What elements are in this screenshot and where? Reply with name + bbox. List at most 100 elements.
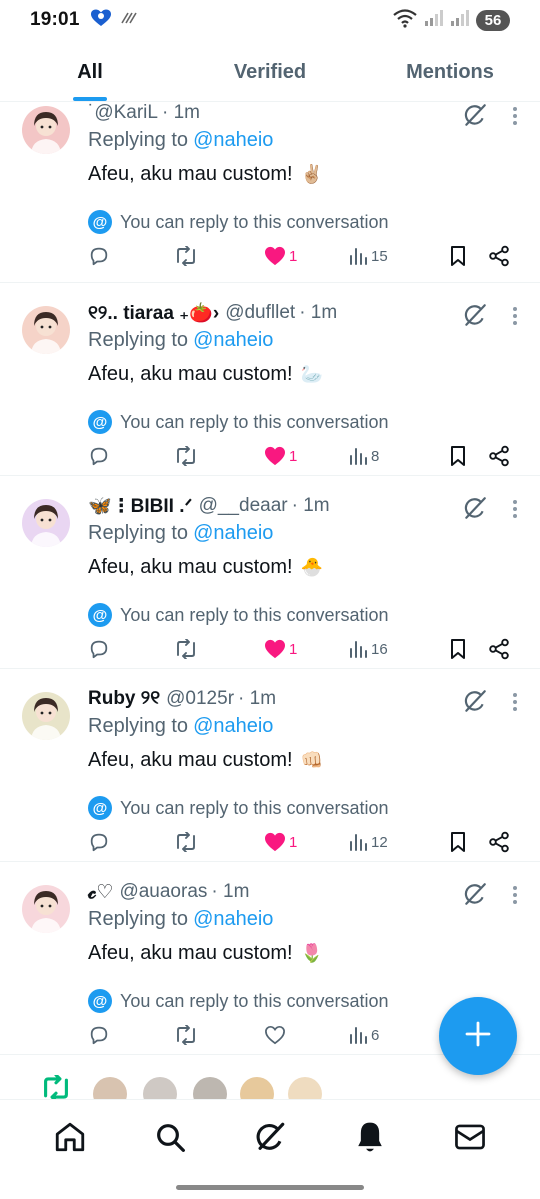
more-options-icon[interactable] — [512, 499, 518, 524]
bookmark-button[interactable] — [448, 245, 488, 267]
nav-messages[interactable] — [440, 1110, 500, 1170]
mention-link[interactable]: @naheio — [193, 715, 273, 738]
reply-notification[interactable]: 🦋⋮BIBII .ᐟ @__deaar · 1m Replying to @na… — [0, 476, 540, 669]
display-name[interactable]: Ruby ୨୧ — [88, 688, 160, 710]
bookmark-button[interactable] — [448, 445, 488, 467]
retweet-button[interactable] — [174, 246, 264, 266]
grok-icon[interactable] — [462, 302, 488, 333]
retweet-icon — [174, 832, 198, 852]
avatar[interactable] — [22, 692, 70, 740]
notifications-feed[interactable]: ˙@KariL · 1m Replying to @naheio Afeu, a… — [0, 103, 540, 1098]
heart-icon — [264, 639, 286, 659]
more-options-icon[interactable] — [512, 306, 518, 331]
bookmark-button[interactable] — [448, 831, 488, 853]
nav-home[interactable] — [40, 1110, 100, 1170]
avatar[interactable] — [22, 885, 70, 933]
retweet-button[interactable] — [174, 832, 264, 852]
avatar[interactable] — [22, 306, 70, 354]
reply-icon — [88, 831, 110, 853]
avatar[interactable] — [240, 1077, 274, 1100]
grok-icon[interactable] — [462, 881, 488, 912]
reply-button[interactable] — [88, 1024, 174, 1046]
display-name[interactable]: 𝓬♡ — [88, 881, 113, 904]
avatar[interactable] — [288, 1077, 322, 1100]
bookmark-icon — [448, 638, 468, 660]
views-button[interactable]: 16 — [348, 639, 448, 659]
user-handle[interactable]: @dufllet — [225, 302, 295, 324]
like-count: 1 — [289, 247, 298, 265]
views-button[interactable]: 8 — [348, 446, 448, 466]
conversation-note: @ You can reply to this conversation — [88, 408, 520, 436]
more-options-icon[interactable] — [512, 106, 518, 131]
views-icon — [348, 446, 368, 466]
grok-icon[interactable] — [462, 688, 488, 719]
reply-notification[interactable]: Ruby ୨୧ @0125r · 1m Replying to @naheio … — [0, 669, 540, 862]
reply-button[interactable] — [88, 445, 174, 467]
reply-button[interactable] — [88, 831, 174, 853]
grok-icon[interactable] — [462, 103, 488, 133]
view-count: 15 — [371, 247, 388, 265]
avatar-face-icon — [31, 112, 61, 154]
avatar[interactable] — [143, 1077, 177, 1100]
post-text: Afeu, aku mau custom! 🌷 — [88, 941, 323, 964]
mention-link[interactable]: @naheio — [193, 329, 273, 352]
nav-search[interactable] — [140, 1110, 200, 1170]
reply-notification[interactable]: ˙@KariL · 1m Replying to @naheio Afeu, a… — [0, 103, 540, 283]
share-button[interactable] — [488, 445, 518, 467]
replying-to: Replying to @naheio — [88, 128, 274, 152]
mention-link[interactable]: @naheio — [193, 129, 273, 152]
reply-button[interactable] — [88, 638, 174, 660]
tab-all[interactable]: All — [0, 44, 180, 101]
avatar[interactable] — [93, 1077, 127, 1100]
avatar[interactable] — [22, 499, 70, 547]
user-handle[interactable]: @auaoras — [119, 881, 207, 903]
user-handle[interactable]: @0125r — [166, 688, 234, 710]
compose-button[interactable] — [439, 997, 517, 1075]
emoji: 🦢 — [300, 363, 323, 384]
more-options-icon[interactable] — [512, 885, 518, 910]
like-button[interactable]: 1 — [264, 246, 348, 266]
views-button[interactable]: 12 — [348, 832, 448, 852]
share-button[interactable] — [488, 638, 518, 660]
views-button[interactable]: 15 — [348, 246, 448, 266]
display-name[interactable]: ୧୨.. tiaraa ₊🍅› — [88, 301, 219, 325]
avatar[interactable] — [22, 106, 70, 154]
user-handle[interactable]: ˙@KariL — [88, 103, 158, 124]
share-icon — [488, 831, 510, 853]
grok-icon[interactable] — [462, 495, 488, 526]
bookmark-button[interactable] — [448, 638, 488, 660]
heart-icon — [264, 246, 286, 266]
mention-link[interactable]: @naheio — [193, 522, 273, 545]
views-button[interactable]: 6 — [348, 1025, 448, 1045]
conversation-note: @ You can reply to this conversation — [88, 208, 520, 236]
nav-notifications[interactable] — [340, 1110, 400, 1170]
wifi-icon — [392, 8, 418, 33]
display-name[interactable]: 🦋⋮BIBII .ᐟ — [88, 494, 193, 518]
like-button[interactable] — [264, 1025, 348, 1045]
retweet-button[interactable] — [174, 446, 264, 466]
retweet-button[interactable] — [174, 639, 264, 659]
reply-button[interactable] — [88, 245, 174, 267]
nav-grok[interactable] — [240, 1110, 300, 1170]
more-options-icon[interactable] — [512, 692, 518, 717]
like-count: 1 — [289, 833, 298, 851]
emoji: 🌷 — [300, 942, 323, 963]
reply-notification[interactable]: ୧୨.. tiaraa ₊🍅› @dufllet · 1m Replying t… — [0, 283, 540, 476]
view-count: 8 — [371, 447, 380, 465]
post-actions: 1 16 — [88, 634, 522, 664]
tab-verified[interactable]: Verified — [180, 44, 360, 101]
signal-icon-2 — [450, 9, 470, 32]
post-actions: 1 12 — [88, 827, 522, 857]
share-icon — [488, 245, 510, 267]
share-button[interactable] — [488, 245, 518, 267]
like-button[interactable]: 1 — [264, 446, 348, 466]
like-button[interactable]: 1 — [264, 639, 348, 659]
mention-link[interactable]: @naheio — [193, 908, 273, 931]
like-button[interactable]: 1 — [264, 832, 348, 852]
retweet-button[interactable] — [174, 1025, 264, 1045]
post-time: · 1m — [299, 302, 338, 323]
user-handle[interactable]: @__deaar — [199, 495, 288, 517]
share-button[interactable] — [488, 831, 518, 853]
avatar[interactable] — [193, 1077, 227, 1100]
tab-mentions[interactable]: Mentions — [360, 44, 540, 101]
